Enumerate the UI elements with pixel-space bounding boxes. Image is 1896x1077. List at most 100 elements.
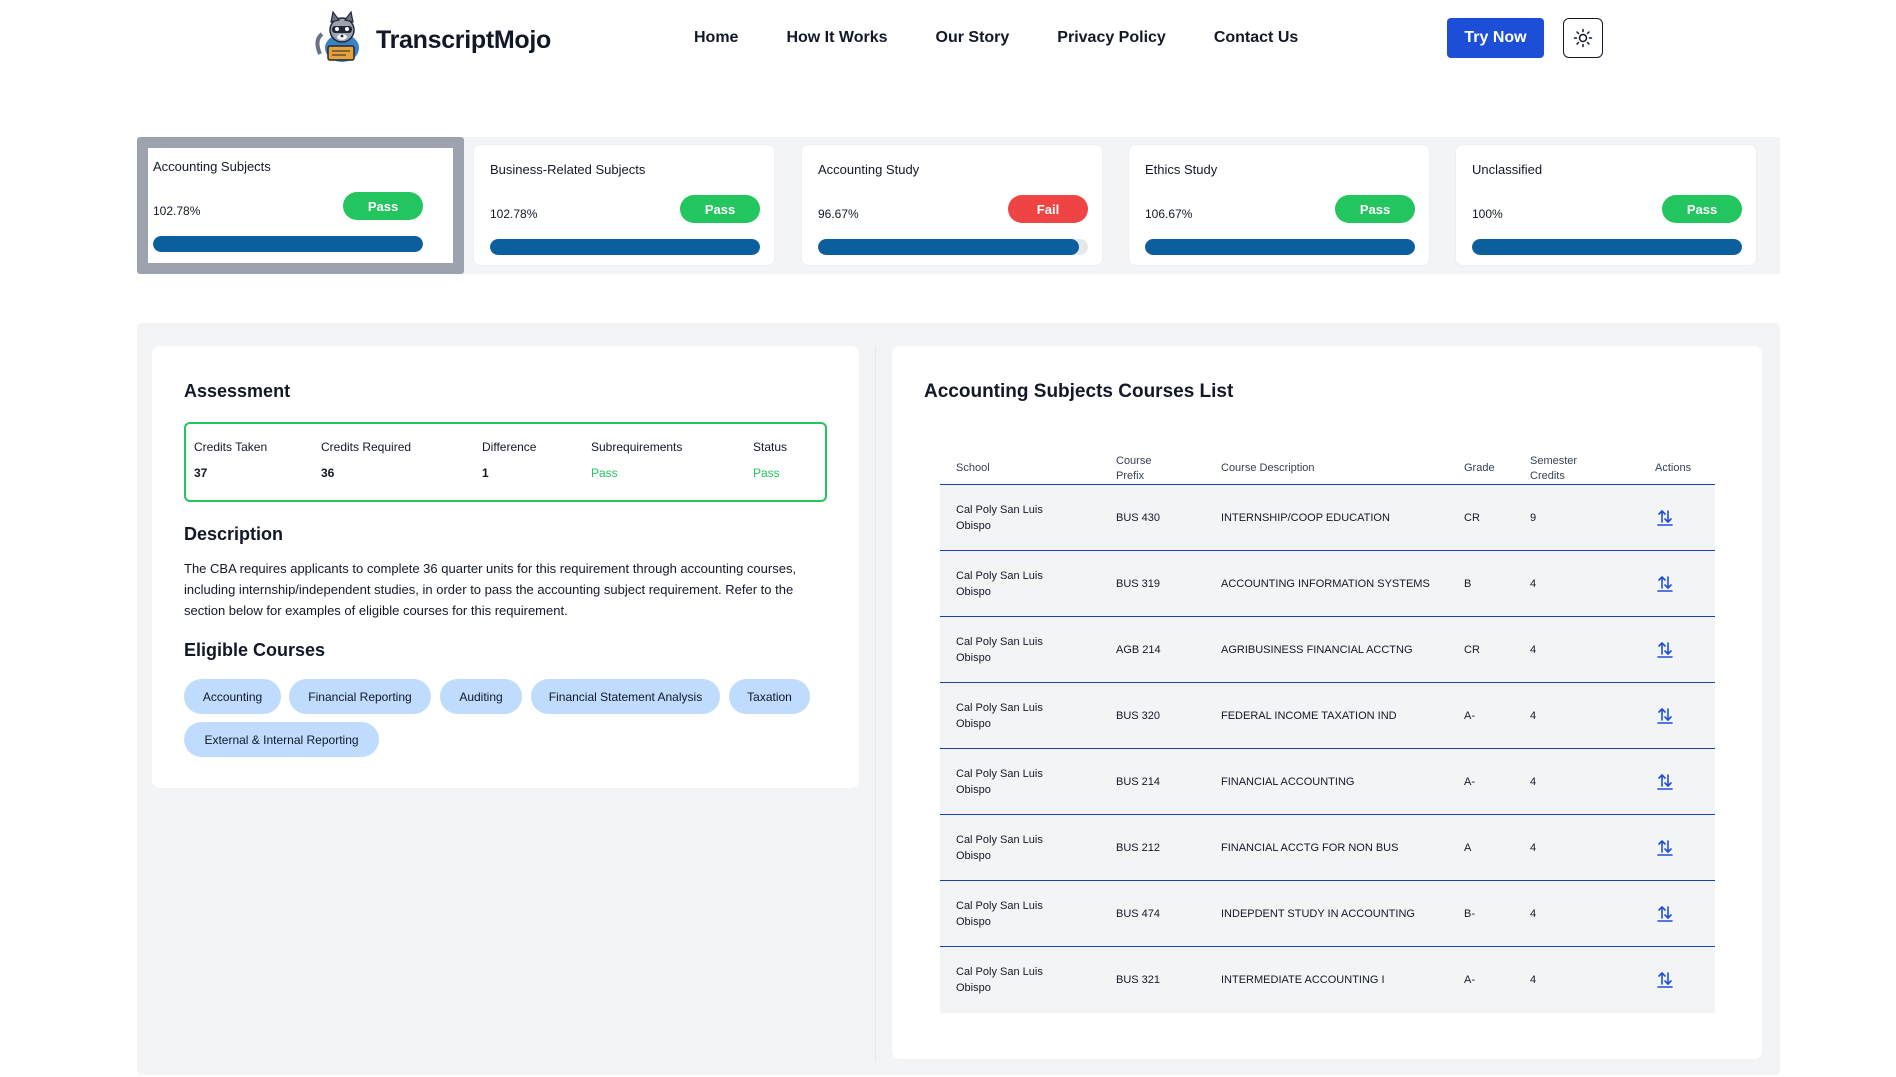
- swap-row-button[interactable]: [1656, 509, 1674, 527]
- table-row: Cal Poly San Luis Obispo AGB 214 AGRIBUSIN…: [940, 617, 1715, 683]
- progress-fill: [1472, 239, 1742, 255]
- cell-course-description: FINANCIAL ACCTG FOR NON BUS: [1221, 842, 1399, 854]
- category-title: Unclassified: [1472, 162, 1543, 177]
- col-course-prefix: Course Prefix: [1116, 455, 1152, 482]
- theme-toggle-button[interactable]: [1563, 18, 1603, 58]
- status-badge: Pass: [1335, 195, 1415, 223]
- swap-arrows-icon: [1657, 708, 1673, 724]
- assessment-card: Assessment Credits Taken 37 Credits Requ…: [152, 346, 859, 788]
- cell-semester-credits: 4: [1530, 842, 1537, 854]
- category-percent: 102.78%: [490, 207, 538, 221]
- credits-taken-label: Credits Taken: [194, 440, 268, 454]
- swap-row-button[interactable]: [1656, 839, 1674, 857]
- cell-semester-credits: 4: [1530, 776, 1537, 788]
- category-percent: 96.67%: [818, 207, 859, 221]
- raccoon-logo-icon: [315, 10, 359, 62]
- assessment-heading: Assessment: [184, 381, 291, 401]
- cell-course-prefix: AGB 214: [1116, 644, 1161, 656]
- chip-financial-reporting[interactable]: Financial Reporting: [289, 679, 431, 714]
- cell-school: Cal Poly San Luis Obispo: [956, 636, 1043, 664]
- col-grade: Grade: [1464, 462, 1495, 474]
- swap-row-button[interactable]: [1656, 575, 1674, 593]
- eligible-courses-heading: Eligible Courses: [184, 640, 326, 660]
- table-row: Cal Poly San Luis Obispo BUS 214 FINANCIAL…: [940, 749, 1715, 815]
- chip-accounting[interactable]: Accounting: [184, 679, 281, 714]
- chip-external-internal-reporting[interactable]: External & Internal Reporting: [184, 722, 379, 757]
- col-course-description: Course Description: [1221, 462, 1315, 474]
- cell-school: Cal Poly San Luis Obispo: [956, 966, 1043, 994]
- assessment-summary: Credits Taken 37 Credits Required 36 Dif…: [184, 422, 827, 502]
- category-card-accounting-study[interactable]: Accounting Study 96.67% Fail: [801, 144, 1103, 266]
- progress-fill: [818, 239, 1079, 255]
- progress-fill: [490, 239, 760, 255]
- nav-contact-us[interactable]: Contact Us: [1214, 29, 1298, 47]
- cell-semester-credits: 4: [1530, 974, 1537, 986]
- main-panel: Assessment Credits Taken 37 Credits Requ…: [137, 323, 1780, 1075]
- nav-home[interactable]: Home: [694, 29, 738, 47]
- logo[interactable]: TranscriptMojo: [312, 10, 551, 70]
- credits-required-value: 36: [321, 466, 335, 480]
- brand-name: TranscriptMojo: [376, 25, 551, 54]
- status-badge: Pass: [343, 192, 423, 220]
- credits-required-label: Credits Required: [321, 440, 412, 454]
- status: Status Pass: [753, 440, 787, 480]
- category-title: Accounting Subjects: [153, 159, 271, 174]
- difference-label: Difference: [482, 440, 537, 454]
- swap-row-button[interactable]: [1656, 971, 1674, 989]
- swap-row-button[interactable]: [1656, 707, 1674, 725]
- progress-fill: [1145, 239, 1415, 255]
- cell-semester-credits: 4: [1530, 644, 1537, 656]
- category-card-ethics-study[interactable]: Ethics Study 106.67% Pass: [1128, 144, 1430, 266]
- chip-auditing[interactable]: Auditing: [440, 679, 522, 714]
- swap-arrows-icon: [1657, 906, 1673, 922]
- description-text: The CBA requires applicants to complete …: [184, 561, 797, 618]
- swap-arrows-icon: [1657, 576, 1673, 592]
- cell-course-description: ACCOUNTING INFORMATION SYSTEMS: [1221, 578, 1430, 590]
- swap-arrows-icon: [1657, 774, 1673, 790]
- main-nav: Home How It Works Our Story Privacy Poli…: [694, 29, 1346, 47]
- table-row: Cal Poly San Luis Obispo BUS 321 INTERMEDI…: [940, 947, 1715, 1013]
- cell-semester-credits: 4: [1530, 710, 1537, 722]
- col-school: School: [956, 462, 990, 474]
- chip-taxation[interactable]: Taxation: [729, 679, 810, 714]
- swap-row-button[interactable]: [1656, 905, 1674, 923]
- cell-course-description: INTERNSHIP/COOP EDUCATION: [1221, 512, 1390, 524]
- cell-course-description: FEDERAL INCOME TAXATION IND: [1221, 710, 1397, 722]
- cell-course-description: INTERMEDIATE ACCOUNTING I: [1221, 974, 1385, 986]
- table-row: Cal Poly San Luis Obispo BUS 319 ACCOUNTIN…: [940, 551, 1715, 617]
- cell-semester-credits: 9: [1530, 512, 1537, 524]
- cell-course-prefix: BUS 474: [1116, 908, 1161, 920]
- swap-arrows-icon: [1657, 840, 1673, 856]
- difference: Difference 1: [482, 440, 536, 480]
- category-title: Business-Related Subjects: [490, 162, 646, 177]
- cell-course-description: INDEPDENT STUDY IN ACCOUNTING: [1221, 908, 1415, 920]
- site-header: TranscriptMojo Home How It Works Our Sto…: [0, 0, 1896, 80]
- table-row: Cal Poly San Luis Obispo BUS 320 FEDERAL I…: [940, 683, 1715, 749]
- nav-how-it-works[interactable]: How It Works: [786, 29, 887, 47]
- table-row: Cal Poly San Luis Obispo BUS 430 INTERNSHI…: [940, 485, 1715, 551]
- category-card-unclassified[interactable]: Unclassified 100% Pass: [1455, 144, 1757, 266]
- swap-row-button[interactable]: [1656, 641, 1674, 659]
- cell-course-prefix: BUS 319: [1116, 578, 1161, 590]
- nav-our-story[interactable]: Our Story: [936, 29, 1010, 47]
- cell-school: Cal Poly San Luis Obispo: [956, 768, 1043, 796]
- category-card-business-related[interactable]: Business-Related Subjects 102.78% Pass: [473, 144, 775, 266]
- status-label: Status: [753, 440, 788, 454]
- table-header: School Course Prefix Course Description …: [940, 440, 1715, 485]
- cell-school: Cal Poly San Luis Obispo: [956, 570, 1043, 598]
- progress-bar: [490, 239, 760, 255]
- try-now-button[interactable]: Try Now: [1447, 18, 1544, 58]
- progress-bar: [1145, 239, 1415, 255]
- credits-required: Credits Required 36: [321, 440, 411, 480]
- swap-row-button[interactable]: [1656, 773, 1674, 791]
- chip-financial-statement-analysis[interactable]: Financial Statement Analysis: [531, 679, 720, 714]
- category-title: Accounting Study: [818, 162, 920, 177]
- category-card-accounting-subjects[interactable]: Accounting Subjects 102.78% Pass: [137, 137, 464, 274]
- cell-grade: CR: [1464, 644, 1480, 656]
- table-body: Cal Poly San Luis Obispo BUS 430 INTERNSHI…: [940, 485, 1715, 1013]
- nav-privacy-policy[interactable]: Privacy Policy: [1057, 29, 1166, 47]
- cell-course-prefix: BUS 321: [1116, 974, 1161, 986]
- cell-grade: A-: [1464, 776, 1475, 788]
- cell-school: Cal Poly San Luis Obispo: [956, 504, 1043, 532]
- sun-icon: [1573, 28, 1593, 48]
